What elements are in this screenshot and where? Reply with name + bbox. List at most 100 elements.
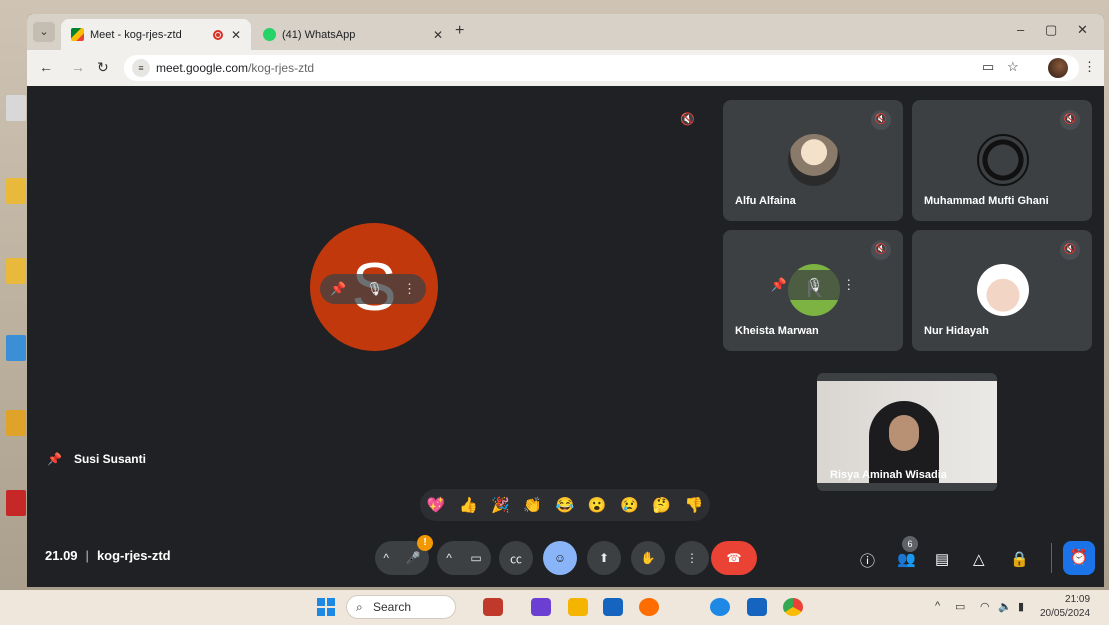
pin-off-icon[interactable]: 📌 (330, 281, 346, 297)
more-options-button[interactable]: ⋮ (675, 541, 709, 575)
browser-window: ⌄ Meet - kog-rjes-ztd ✕ (41) WhatsApp ✕ … (27, 14, 1104, 587)
tab-meet[interactable]: Meet - kog-rjes-ztd ✕ (61, 19, 251, 50)
file-explorer-icon[interactable] (568, 598, 588, 616)
meeting-time: 21.09 (45, 548, 78, 563)
hand-icon: ✋ (640, 551, 656, 565)
bookmark-star-icon[interactable]: ☆ (1007, 59, 1019, 75)
activities-icon[interactable]: △ (973, 550, 985, 568)
participant-photo (977, 134, 1029, 186)
firefox-icon[interactable] (639, 598, 659, 616)
profile-avatar[interactable] (1048, 58, 1068, 78)
main-participant-label: 📌 Susi Susanti (47, 452, 146, 466)
browser-toolbar: ← → ↻ ≡ meet.google.com/kog-rjes-ztd ▭ ☆… (27, 50, 1104, 86)
keyboard-icon[interactable]: ▭ (955, 600, 965, 613)
host-controls-icon[interactable]: 🔒 (1010, 550, 1029, 568)
chevron-up-icon[interactable]: ^ (383, 551, 389, 565)
recording-icon (212, 29, 223, 40)
taskbar-clock[interactable]: 21:09 20/05/2024 (1040, 593, 1090, 621)
participant-tile[interactable]: 🔇 K 📌 🎙 ⋮ Kheista Marwan (723, 230, 903, 351)
meet-app-icon[interactable] (531, 598, 551, 616)
wifi-icon[interactable]: ◠ (980, 600, 990, 613)
reactions-button[interactable]: ☺ (543, 541, 577, 575)
chevron-up-icon[interactable]: ^ (446, 551, 452, 565)
mic-icon: 🎤 (405, 551, 421, 565)
alarm-clock-icon[interactable]: ⏰ (1063, 541, 1095, 575)
participant-name: Risya Aminah Wisadia (830, 469, 947, 481)
back-icon[interactable]: ← (39, 59, 53, 75)
google-meet-icon (71, 28, 84, 41)
mic-off-icon: 🔇 (680, 112, 695, 126)
participant-tile[interactable]: 🔇 Nur Hidayah (912, 230, 1092, 351)
reaction-party-icon[interactable]: 🎉 (491, 496, 510, 514)
reaction-sad-icon[interactable]: 😢 (620, 496, 639, 514)
battery-icon[interactable]: ▮ (1018, 600, 1024, 613)
desktop-icon-app[interactable] (6, 335, 26, 361)
self-video (817, 381, 997, 483)
close-tab-icon[interactable]: ✕ (433, 28, 443, 42)
participant-name: Susi Susanti (73, 452, 146, 466)
maximize-icon[interactable]: ▢ (1045, 22, 1057, 38)
camera-button[interactable]: ^ ▭ (437, 541, 491, 575)
chat-icon[interactable]: ▤ (935, 550, 949, 568)
cast-icon[interactable]: ▭ (982, 59, 994, 75)
store-icon[interactable] (603, 598, 623, 616)
reaction-clap-icon[interactable]: 👏 (523, 496, 542, 514)
more-options-icon[interactable]: ⋮ (403, 281, 416, 297)
self-view-tile[interactable]: Risya Aminah Wisadia (817, 373, 997, 491)
reaction-surprised-icon[interactable]: 😮 (588, 496, 607, 514)
mic-off-icon: 🔇 (1060, 110, 1080, 130)
tab-whatsapp[interactable]: (41) WhatsApp ✕ (253, 19, 453, 50)
reload-icon[interactable]: ↻ (97, 59, 109, 76)
chevron-up-icon[interactable]: ^ (935, 600, 940, 612)
word-icon[interactable] (747, 598, 767, 616)
toolbar-divider (1051, 543, 1052, 573)
tile-hover-controls: 📌 🎙 ⋮ (320, 274, 426, 304)
taskbar-search[interactable]: ⌕ Search (346, 595, 456, 619)
pin-icon: 📌 (47, 452, 62, 466)
mic-off-icon[interactable]: 🎙 (366, 281, 383, 297)
captions-button[interactable]: ㏄ (499, 541, 533, 575)
more-vertical-icon: ⋮ (686, 551, 698, 565)
more-options-icon[interactable]: ⋮ (842, 277, 855, 293)
raise-hand-button[interactable]: ✋ (631, 541, 665, 575)
forward-icon[interactable]: → (71, 59, 85, 75)
new-tab-button[interactable]: + (455, 22, 464, 40)
tab-search-icon[interactable]: ⌄ (33, 22, 55, 42)
app-icon[interactable] (710, 598, 730, 616)
desktop-icon-folder[interactable] (6, 258, 26, 284)
more-menu-icon[interactable]: ⋮ (1083, 59, 1096, 75)
close-window-icon[interactable]: ✕ (1077, 22, 1088, 38)
minimize-icon[interactable]: – (1017, 22, 1024, 37)
reaction-heart-icon[interactable]: 💖 (427, 496, 446, 514)
people-icon[interactable]: 👥 (897, 550, 916, 568)
desktop-icon-folder[interactable] (6, 178, 26, 204)
meeting-details-icon[interactable]: ⓘ (860, 550, 875, 571)
search-icon: ⌕ (356, 600, 363, 614)
address-bar[interactable]: ≡ meet.google.com/kog-rjes-ztd (124, 55, 1079, 81)
self-video-face (889, 415, 919, 451)
present-button[interactable]: ⬆ (587, 541, 621, 575)
windows-start-icon[interactable] (317, 598, 335, 616)
volume-icon[interactable]: 🔈 (998, 600, 1012, 613)
chrome-icon[interactable] (783, 598, 803, 616)
close-tab-icon[interactable]: ✕ (231, 28, 241, 42)
reaction-thinking-icon[interactable]: 🤔 (652, 496, 671, 514)
reaction-laugh-icon[interactable]: 😂 (556, 496, 575, 514)
tab-strip: ⌄ Meet - kog-rjes-ztd ✕ (41) WhatsApp ✕ … (27, 14, 1104, 50)
reaction-thumbs-down-icon[interactable]: 👎 (685, 496, 704, 514)
clock-time: 21:09 (1065, 594, 1091, 605)
widget-icon[interactable] (483, 598, 503, 616)
site-info-icon[interactable]: ≡ (132, 59, 150, 77)
participant-tile[interactable]: 🔇 Muhammad Mufti Ghani (912, 100, 1092, 221)
main-participant-tile[interactable]: S 📌 🎙 ⋮ 🔇 📌 Susi Susanti (27, 86, 712, 486)
desktop-icon-recycle-bin[interactable] (6, 95, 26, 121)
tile-hover-controls: 📌 🎙 ⋮ (761, 270, 865, 300)
end-call-button[interactable]: ☎ (711, 541, 757, 575)
desktop-icon-shortcut[interactable] (6, 410, 26, 436)
pin-icon[interactable]: 📌 (771, 277, 787, 293)
mic-off-icon[interactable]: 🎙 (806, 277, 823, 293)
participant-tile[interactable]: 🔇 Alfu Alfaina (723, 100, 903, 221)
reaction-thumbs-up-icon[interactable]: 👍 (459, 496, 478, 514)
meeting-code: kog-rjes-ztd (96, 548, 171, 563)
desktop-icon-shortcut[interactable] (6, 490, 26, 516)
